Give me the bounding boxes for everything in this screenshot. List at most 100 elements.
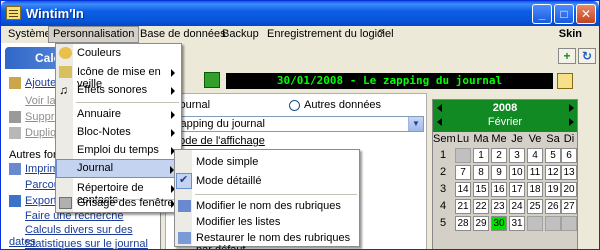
window-gray-icon <box>59 197 72 209</box>
screensaver-icon <box>59 66 72 78</box>
menu-item-emploi-du-temps[interactable]: Emploi du temps <box>56 141 181 160</box>
calendar-day-cell[interactable]: 8 <box>473 165 489 180</box>
calendar-day-cell[interactable]: 29 <box>473 216 489 231</box>
calendar-day-cell[interactable]: 19 <box>545 182 561 197</box>
week-number: 2 <box>439 166 447 178</box>
calendar-day-cell[interactable]: 27 <box>561 199 577 214</box>
chevron-right-icon <box>171 129 175 137</box>
scissors-icon <box>9 111 21 123</box>
day-header: Ma <box>473 133 489 145</box>
chevron-right-icon <box>171 111 175 119</box>
week-number: 4 <box>439 200 447 212</box>
calendar-day-cell[interactable]: 14 <box>455 182 471 197</box>
calendar-day-cell[interactable]: 16 <box>491 182 507 197</box>
export-icon <box>9 195 21 207</box>
calendar-day-cell[interactable]: 2 <box>491 148 507 163</box>
calendar-day-cell[interactable]: 13 <box>561 165 577 180</box>
window-title: Wintim'In <box>26 6 84 21</box>
menu-base-de-donnees[interactable]: Base de données <box>140 28 226 40</box>
calendar-day-cell[interactable]: 24 <box>509 199 525 214</box>
calendar-month: Février <box>487 116 523 128</box>
maximize-button[interactable]: □ <box>554 4 574 24</box>
day-header: Di <box>563 133 575 145</box>
combo-value: zapping du journal <box>175 118 265 130</box>
week-number: 5 <box>439 217 447 229</box>
pencil-icon <box>9 77 21 89</box>
journal-combo[interactable]: zapping du journal ▼ <box>171 116 424 132</box>
calendar-day-cell[interactable]: 30 <box>491 216 507 231</box>
calendar-empty-cell <box>527 216 543 231</box>
mode-affichage-label: dode de l'affichage <box>173 135 265 147</box>
music-note-icon: ♫ <box>59 83 68 97</box>
journal-submenu: Mode simple ✔ Mode détaillé Modifier le … <box>174 149 360 249</box>
submenu-separator <box>195 194 357 195</box>
menu-separator <box>76 102 179 103</box>
day-header: Je <box>511 133 523 145</box>
calendar-day-cell[interactable]: 28 <box>455 216 471 231</box>
calendar-header: 2008 Février <box>433 100 577 132</box>
calendar-day-cell[interactable]: 25 <box>527 199 543 214</box>
calendar-day-cell[interactable]: 9 <box>491 165 507 180</box>
skin-menu[interactable]: Skin <box>559 28 582 40</box>
copy-icon <box>9 127 21 139</box>
calendar-day-cell[interactable]: 31 <box>509 216 525 231</box>
journal-icon <box>204 72 220 88</box>
menu-item-bloc-notes[interactable]: Bloc-Notes <box>56 123 181 142</box>
left-row-imprimer[interactable]: Imprim <box>9 163 59 175</box>
chevron-right-icon <box>171 69 175 77</box>
calendar-day-cell[interactable]: 4 <box>527 148 543 163</box>
menu-help[interactable]: ? <box>378 28 384 40</box>
week-number: 3 <box>439 183 447 195</box>
menu-systeme[interactable]: Système <box>8 28 51 40</box>
day-header: Ve <box>528 133 542 145</box>
menu-item-icone-veille[interactable]: Icône de mise en veille <box>56 63 181 90</box>
menu-item-annuaire[interactable]: Annuaire <box>56 105 181 124</box>
menu-backup[interactable]: Backup <box>222 28 259 40</box>
calendar-day-cell[interactable]: 26 <box>545 199 561 214</box>
calendar-day-cell[interactable]: 21 <box>455 199 471 214</box>
calendar-day-cell[interactable]: 3 <box>509 148 525 163</box>
menu-item-journal[interactable]: Journal <box>56 159 181 178</box>
close-button[interactable]: ✕ <box>576 4 596 24</box>
title-bar[interactable]: Wintim'In _ □ ✕ <box>1 1 599 26</box>
submenu-mode-simple[interactable]: Mode simple <box>175 153 359 172</box>
calendar-empty-cell <box>561 216 577 231</box>
calendar-day-cell[interactable]: 12 <box>545 165 561 180</box>
day-header: Me <box>491 133 507 145</box>
calendar-day-cell[interactable]: 6 <box>561 148 577 163</box>
calendar-day-cell[interactable]: 23 <box>491 199 507 214</box>
calendar-day-cell[interactable]: 5 <box>545 148 561 163</box>
calendar-day-cell[interactable]: 17 <box>509 182 525 197</box>
menu-item-grisage[interactable]: Grisage des fenêtres <box>56 194 181 213</box>
restore-icon <box>178 232 191 244</box>
radio-autres-label: Autres données <box>304 99 382 111</box>
calendar-day-cell[interactable]: 18 <box>527 182 543 197</box>
calendar-day-cell[interactable]: 20 <box>561 182 577 197</box>
chevron-down-icon[interactable]: ▼ <box>408 117 423 131</box>
palette-icon <box>59 47 72 59</box>
submenu-mode-detaille[interactable]: ✔ Mode détaillé <box>175 172 359 191</box>
notes-icon[interactable] <box>557 73 573 89</box>
printer-icon <box>9 163 21 175</box>
menu-bar: Système Personnalisation Base de données… <box>1 26 599 43</box>
add-button[interactable]: + <box>558 48 576 64</box>
menu-item-effets-sonores[interactable]: ♫ Effets sonores <box>56 81 181 100</box>
menu-item-couleurs[interactable]: Couleurs <box>56 44 181 63</box>
radio-autres[interactable] <box>289 100 300 111</box>
calendar-day-cell[interactable]: 10 <box>509 165 525 180</box>
submenu-restaurer-noms[interactable]: Restaurer le nom des rubriques par défau… <box>175 229 359 249</box>
minimize-button[interactable]: _ <box>532 4 552 24</box>
calendar-day-cell[interactable]: 22 <box>473 199 489 214</box>
calendar-day-cell[interactable]: 11 <box>527 165 543 180</box>
refresh-icon[interactable]: ↻ <box>578 48 596 64</box>
calendar: 2008 Février Sem Lu Ma Me Je Ve Sa Di 11… <box>432 99 578 249</box>
menu-enregistrement[interactable]: Enregistrement du logiciel <box>267 28 394 40</box>
calendar-day-cell[interactable]: 1 <box>473 148 489 163</box>
rename-icon <box>178 200 191 212</box>
menu-personnalisation[interactable]: Personnalisation <box>48 26 140 43</box>
calendar-empty-cell <box>545 216 561 231</box>
calendar-empty-cell <box>455 148 471 163</box>
calendar-day-cell[interactable]: 7 <box>455 165 471 180</box>
left-row-statistiques[interactable]: Statistiques sur le journal <box>9 238 148 249</box>
calendar-day-cell[interactable]: 15 <box>473 182 489 197</box>
